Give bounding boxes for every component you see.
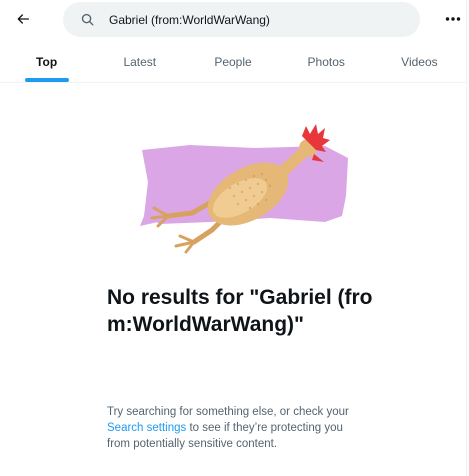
search-header [0,0,466,38]
active-tab-indicator [24,78,69,82]
back-arrow-icon [15,11,31,27]
back-button[interactable] [8,4,38,34]
tab-photos[interactable]: Photos [280,42,373,82]
search-results-page: Top Latest People Photos Videos [0,0,467,476]
tab-videos-label: Videos [401,55,438,69]
tab-latest[interactable]: Latest [93,42,186,82]
empty-state-subtitle-before: Try searching for something else, or che… [107,406,349,418]
more-options-button[interactable] [441,8,465,30]
tab-photos-label: Photos [307,55,345,69]
search-box[interactable] [63,2,420,37]
search-input[interactable] [109,12,399,27]
rubber-chicken-illustration [130,118,360,268]
search-settings-link[interactable]: Search settings [107,422,186,434]
tab-people[interactable]: People [186,42,279,82]
tab-top[interactable]: Top [0,42,93,82]
tab-top-label: Top [36,55,58,69]
search-tabs: Top Latest People Photos Videos [0,42,466,83]
tab-latest-label: Latest [123,55,157,69]
more-options-icon [445,16,461,22]
search-icon [79,12,95,28]
tab-people-label: People [214,55,252,69]
empty-state-title: No results for "Gabriel (from:WorldWarWa… [107,286,373,336]
tab-videos[interactable]: Videos [373,42,466,82]
empty-state-subtitle: Try searching for something else, or che… [107,404,369,452]
